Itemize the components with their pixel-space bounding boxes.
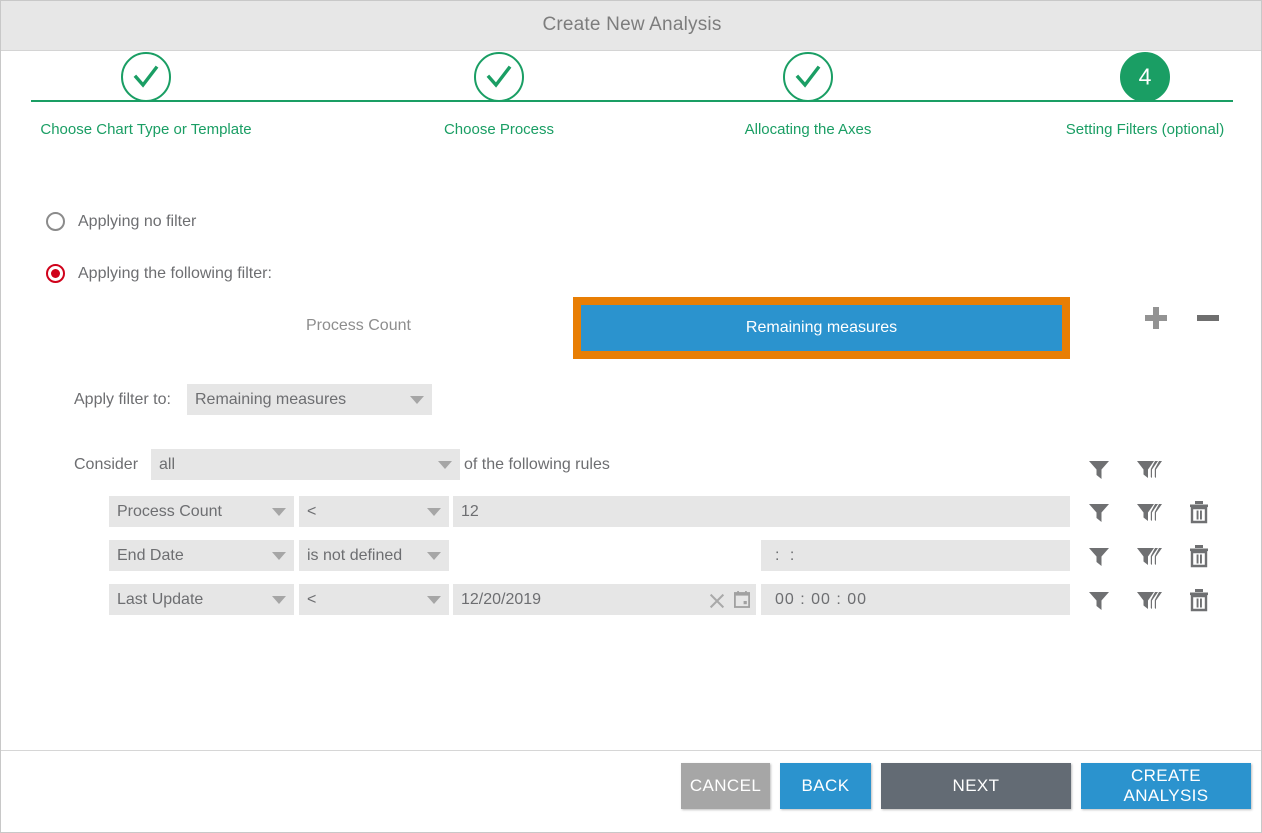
step-3-label: Allocating the Axes [688,121,928,138]
consider-clear-filter-button[interactable] [1135,456,1161,482]
step-4-label: Setting Filters (optional) [1025,121,1262,138]
step-2-label: Choose Process [379,121,619,138]
plus-icon [1145,307,1167,329]
radio-selected-icon[interactable] [46,264,65,283]
step-3-bubble [783,52,833,102]
remove-measure-tab-button[interactable] [1197,307,1219,334]
next-button[interactable]: NEXT [881,763,1071,809]
step-4-bubble: 4 [1120,52,1170,102]
consider-suffix-label: of the following rules [464,456,610,474]
add-measure-tab-button[interactable] [1145,307,1167,334]
radio-applying-following-filter[interactable]: Applying the following filter: [46,264,272,283]
check-icon [793,62,823,92]
tab-process-count[interactable]: Process Count [306,317,411,335]
step-3-allocating-axes[interactable]: Allocating the Axes [688,52,928,138]
calendar-icon[interactable] [734,591,750,608]
step-1-bubble [121,52,171,102]
consider-value: all [159,456,432,474]
chevron-down-icon [272,596,286,604]
funnel-icon [1086,543,1112,569]
apply-filter-to-label: Apply filter to: [74,391,171,409]
dialog-footer: CANCEL BACK NEXT CREATE ANALYSIS [1,750,1262,832]
back-button[interactable]: BACK [780,763,871,809]
cancel-button[interactable]: CANCEL [681,763,770,809]
rule-3-operator-select[interactable]: < [299,584,449,615]
rule-3-clear-filter-button[interactable] [1135,587,1161,613]
trash-icon [1187,543,1211,569]
radio-applying-no-filter-label: Applying no filter [78,213,196,231]
funnel-multi-icon [1135,587,1165,613]
rule-3-filter-button[interactable] [1086,587,1112,613]
step-1-label: Choose Chart Type or Template [26,121,266,138]
consider-label: Consider [74,456,138,474]
step-4-setting-filters[interactable]: 4 Setting Filters (optional) [1025,52,1262,138]
rule-1-attribute-select[interactable]: Process Count [109,496,294,527]
tab-remaining-measures[interactable]: Remaining measures [573,297,1070,359]
tab-remaining-measures-label: Remaining measures [746,319,897,337]
apply-filter-to-value: Remaining measures [195,391,404,409]
step-1-choose-chart-type[interactable]: Choose Chart Type or Template [26,52,266,138]
step-2-choose-process[interactable]: Choose Process [379,52,619,138]
check-icon [484,62,514,92]
trash-icon [1187,499,1211,525]
rule-1-value-input[interactable]: 12 [453,496,1070,527]
rule-2-attribute-value: End Date [117,547,266,565]
rule-3-attribute-value: Last Update [117,591,266,609]
trash-icon [1187,587,1211,613]
chevron-down-icon [427,508,441,516]
chevron-down-icon [272,508,286,516]
rule-1-value: 12 [461,503,1062,521]
funnel-multi-icon [1135,456,1165,482]
rule-1-operator-select[interactable]: < [299,496,449,527]
chevron-down-icon [410,396,424,404]
radio-applying-following-filter-label: Applying the following filter: [78,265,272,283]
consider-select[interactable]: all [151,449,460,480]
rule-1-operator-value: < [307,503,421,521]
radio-unselected-icon[interactable] [46,212,65,231]
wizard-stepper: Choose Chart Type or Template Choose Pro… [1,52,1262,167]
check-icon [131,62,161,92]
rule-3-time-value: 00 : 00 : 00 [775,591,1062,609]
funnel-icon [1086,587,1112,613]
radio-applying-no-filter[interactable]: Applying no filter [46,212,196,231]
step-4-number: 4 [1122,66,1168,89]
chevron-down-icon [438,461,452,469]
rule-3-time-input[interactable]: 00 : 00 : 00 [761,584,1070,615]
rule-2-operator-value: is not defined [307,547,421,565]
rule-1-attribute-value: Process Count [117,503,266,521]
chevron-down-icon [272,552,286,560]
rule-1-delete-button[interactable] [1187,499,1213,525]
rule-3-operator-value: < [307,591,421,609]
dialog-titlebar: Create New Analysis [1,1,1262,51]
funnel-multi-icon [1135,499,1165,525]
rule-2-delete-button[interactable] [1187,543,1213,569]
create-analysis-button[interactable]: CREATE ANALYSIS [1081,763,1251,809]
step-2-bubble [474,52,524,102]
dialog-title: Create New Analysis [1,14,1262,36]
rule-2-time-value: : : [775,547,1062,565]
rule-2-attribute-select[interactable]: End Date [109,540,294,571]
rule-2-time-input[interactable]: : : [761,540,1070,571]
consider-filter-button[interactable] [1086,456,1112,482]
rule-3-date-input[interactable]: 12/20/2019 [453,584,756,615]
rule-2-filter-button[interactable] [1086,543,1112,569]
rule-1-filter-button[interactable] [1086,499,1112,525]
clear-date-icon[interactable] [708,591,726,609]
rule-3-delete-button[interactable] [1187,587,1213,613]
chevron-down-icon [427,552,441,560]
rule-2-clear-filter-button[interactable] [1135,543,1161,569]
funnel-multi-icon [1135,543,1165,569]
minus-icon [1197,307,1219,329]
rule-2-operator-select[interactable]: is not defined [299,540,449,571]
rule-1-clear-filter-button[interactable] [1135,499,1161,525]
measure-tabs: Process Count Remaining measures [1,297,1262,359]
chevron-down-icon [427,596,441,604]
rule-3-attribute-select[interactable]: Last Update [109,584,294,615]
funnel-icon [1086,456,1112,482]
rule-3-date-value: 12/20/2019 [461,591,708,609]
create-new-analysis-dialog: Create New Analysis Choose Chart Type or… [0,0,1262,833]
funnel-icon [1086,499,1112,525]
apply-filter-to-select[interactable]: Remaining measures [187,384,432,415]
